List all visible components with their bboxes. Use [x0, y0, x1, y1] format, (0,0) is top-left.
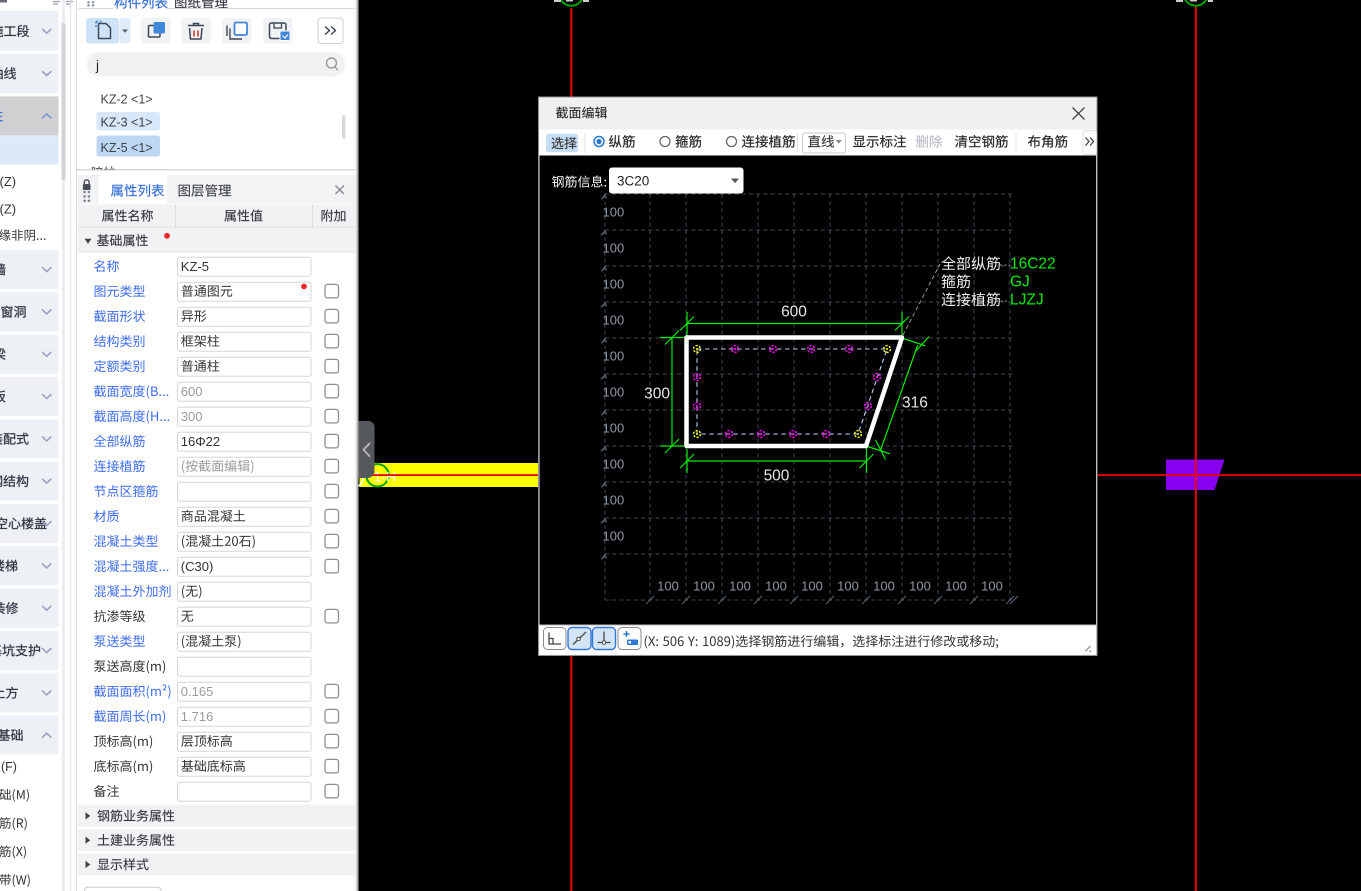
svg-text:100: 100	[945, 579, 967, 594]
svg-text:j: j	[95, 58, 99, 73]
svg-text:KZ-5: KZ-5	[181, 259, 209, 274]
svg-text:(Z): (Z)	[0, 201, 16, 216]
svg-text:300: 300	[181, 409, 203, 424]
svg-text:100: 100	[603, 241, 625, 256]
svg-text:16Φ22: 16Φ22	[181, 434, 220, 449]
svg-text:100: 100	[837, 579, 859, 594]
svg-text:100: 100	[981, 579, 1003, 594]
svg-text:(Z): (Z)	[0, 174, 16, 189]
svg-text:100: 100	[603, 313, 625, 328]
svg-text:100: 100	[693, 579, 715, 594]
svg-text:100: 100	[603, 349, 625, 364]
svg-text:100: 100	[603, 277, 625, 292]
svg-text:KZ-2 <1>: KZ-2 <1>	[101, 93, 153, 107]
svg-text:100: 100	[657, 579, 679, 594]
svg-text:100: 100	[909, 579, 931, 594]
svg-text:1-H: 1-H	[374, 469, 397, 485]
svg-text:500: 500	[764, 468, 790, 485]
svg-text:100: 100	[873, 579, 895, 594]
svg-text:0.165: 0.165	[181, 684, 214, 699]
svg-text:100: 100	[603, 385, 625, 400]
svg-text:KZ-3 <1>: KZ-3 <1>	[101, 116, 153, 130]
svg-text:100: 100	[603, 205, 625, 220]
svg-text:16C22: 16C22	[1010, 256, 1056, 273]
svg-text:100: 100	[603, 529, 625, 544]
svg-text:100: 100	[603, 457, 625, 472]
svg-text:300: 300	[644, 386, 670, 403]
svg-text:100: 100	[801, 579, 823, 594]
svg-text:(F): (F)	[1, 760, 17, 774]
svg-text:LJZJ: LJZJ	[1010, 292, 1044, 309]
svg-text:100: 100	[729, 579, 751, 594]
svg-text:316: 316	[902, 395, 928, 412]
svg-text:600: 600	[181, 384, 203, 399]
svg-text:100: 100	[603, 421, 625, 436]
svg-text:KZ-5 <1>: KZ-5 <1>	[101, 141, 153, 155]
svg-text:1.716: 1.716	[181, 709, 214, 724]
svg-text:100: 100	[765, 579, 787, 594]
svg-text:600: 600	[781, 304, 807, 321]
svg-text:GJ: GJ	[1010, 274, 1030, 291]
svg-text:(C30): (C30)	[181, 559, 214, 574]
svg-text:3C20: 3C20	[617, 174, 649, 189]
svg-text:100: 100	[603, 493, 625, 508]
